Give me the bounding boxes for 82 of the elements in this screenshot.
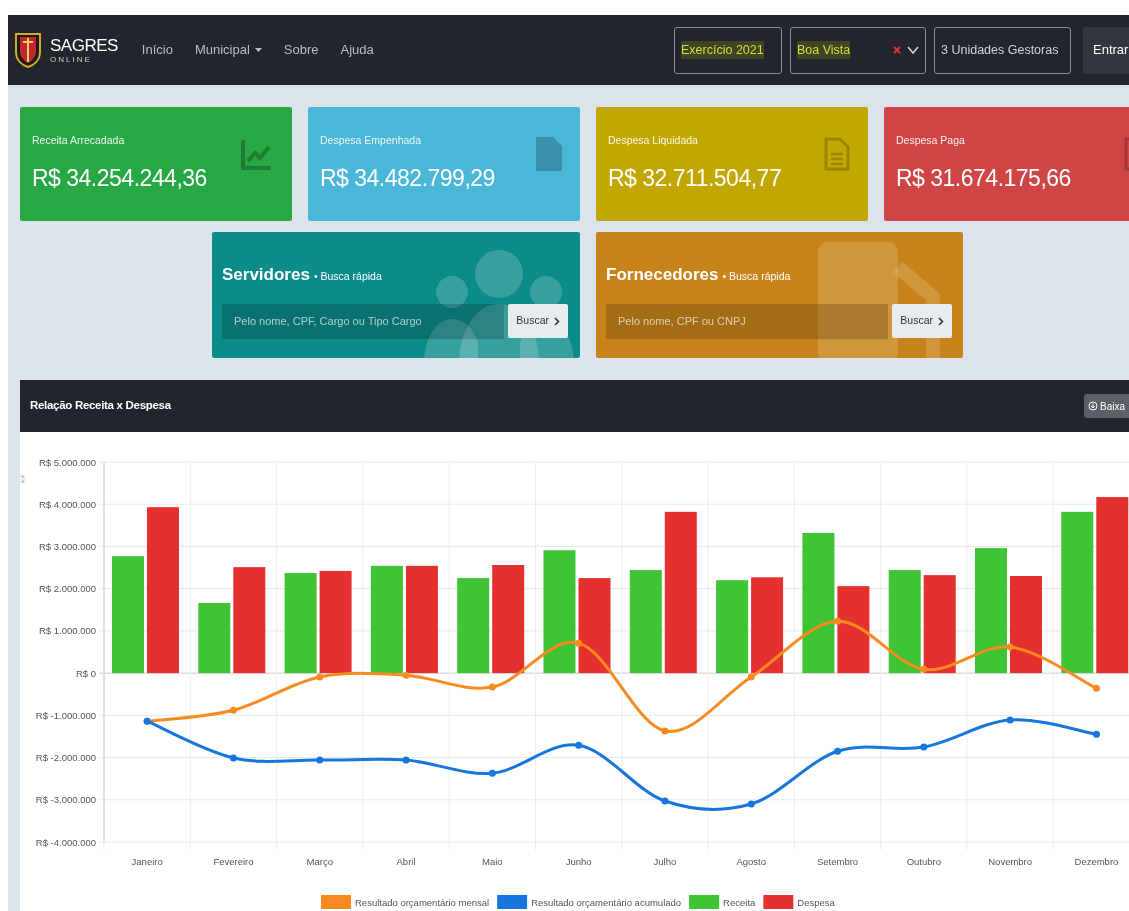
point: [402, 756, 410, 764]
point: [834, 617, 842, 625]
chevron-right-icon: [554, 316, 560, 326]
shield-logo-icon: [14, 32, 42, 68]
card-subtitle: • Busca rápida: [722, 270, 791, 282]
point: [661, 797, 669, 805]
axis-label: R$ 4.000.000: [38, 498, 96, 510]
legend-label: Resultado orçamentário mensal: [355, 897, 490, 908]
card-label: Despesa Empenhada: [320, 133, 422, 148]
card-value: R$ 31.674.175,66: [896, 163, 1072, 193]
point: [316, 756, 324, 764]
brand-title: SAGRES: [50, 36, 118, 54]
axis-label: Novembro: [988, 856, 1033, 867]
chart-icon: [240, 137, 274, 171]
filter-select[interactable]: 3 Unidades Gestoras: [934, 26, 1071, 74]
card-title: Servidores: [222, 265, 310, 284]
point: [920, 665, 928, 673]
axis-label: Fevereiro: [213, 856, 254, 867]
legend-label: Resultado orçamentário acumulado: [531, 897, 682, 908]
axis-label: R$ 5.000.000: [38, 456, 96, 468]
point: [575, 639, 583, 647]
axis-label: Setembro: [816, 856, 859, 867]
point: [488, 683, 496, 691]
filter-select[interactable]: Boa Vista: [790, 26, 926, 74]
point: [316, 673, 324, 681]
document-icon: [824, 137, 850, 171]
panel-title: Relação Receita x Despesa: [30, 398, 171, 414]
axis-label: R$ -4.000.000: [35, 836, 96, 848]
search-button[interactable]: Buscar: [892, 304, 952, 338]
axis-label: R$ -3.000.000: [35, 794, 96, 806]
point: [1006, 716, 1014, 724]
axis-label: R$ -2.000.000: [35, 752, 96, 764]
axis-label: Outubro: [906, 856, 941, 867]
axis-label: Março: [306, 856, 333, 867]
point: [1006, 643, 1014, 651]
card-value: R$ 34.254.244,36: [32, 163, 208, 193]
point: [1092, 730, 1100, 738]
point: [834, 747, 842, 755]
point: [920, 743, 928, 751]
point: [575, 741, 583, 749]
card-label: Receita Arrecadada: [32, 133, 126, 148]
search-button[interactable]: Buscar: [508, 304, 568, 338]
login-button[interactable]: Entrar: [1083, 26, 1129, 74]
axis-label: Abril: [396, 856, 416, 867]
card-value: R$ 32.711.504,77: [608, 163, 783, 193]
legend-label: Despesa: [797, 897, 835, 908]
axis-label: Julho: [653, 856, 677, 867]
point: [747, 673, 755, 681]
menu-link[interactable]: Início: [141, 40, 173, 60]
menu-dropdown[interactable]: Municipal: [194, 40, 262, 60]
point: [229, 706, 237, 714]
brand-subtitle: ONLINE: [50, 55, 93, 64]
point: [402, 671, 410, 679]
axis-label: R$ 3.000.000: [38, 540, 96, 552]
point: [229, 754, 237, 762]
menu-link[interactable]: Ajuda: [340, 40, 374, 60]
download-icon: [1088, 401, 1098, 411]
chevron-right-icon: [938, 316, 944, 326]
point: [488, 769, 496, 777]
card-label: Despesa Paga: [896, 133, 966, 148]
point: [661, 727, 669, 735]
download-button[interactable]: Baixa: [1084, 394, 1129, 418]
filter-select[interactable]: Exercício 2021: [674, 26, 782, 74]
axis-label: Maio: [482, 856, 503, 867]
axis-label: Janeiro: [131, 856, 163, 867]
menu-link[interactable]: Sobre: [283, 40, 319, 60]
card-value: R$ 34.482.799,29: [320, 163, 496, 193]
card-subtitle: • Busca rápida: [313, 270, 382, 282]
chevron-down-icon: [907, 46, 919, 54]
legend-label: Receita: [723, 897, 756, 908]
axis-label: R$ 2.000.000: [38, 583, 96, 595]
card-label: Despesa Liquidada: [608, 133, 699, 148]
axis-label: R$ 1.000.000: [38, 625, 96, 637]
axis-label: R$ 0: [75, 667, 96, 679]
axis-label: Agosto: [736, 856, 767, 867]
axis-label: R$ -1.000.000: [35, 709, 96, 721]
file-icon: [536, 137, 562, 171]
card-title: Fornecedores: [606, 265, 719, 284]
point: [747, 800, 755, 808]
point: [1092, 684, 1100, 692]
axis-label: Dezembro: [1074, 856, 1119, 867]
axis-label: Junho: [565, 856, 592, 867]
